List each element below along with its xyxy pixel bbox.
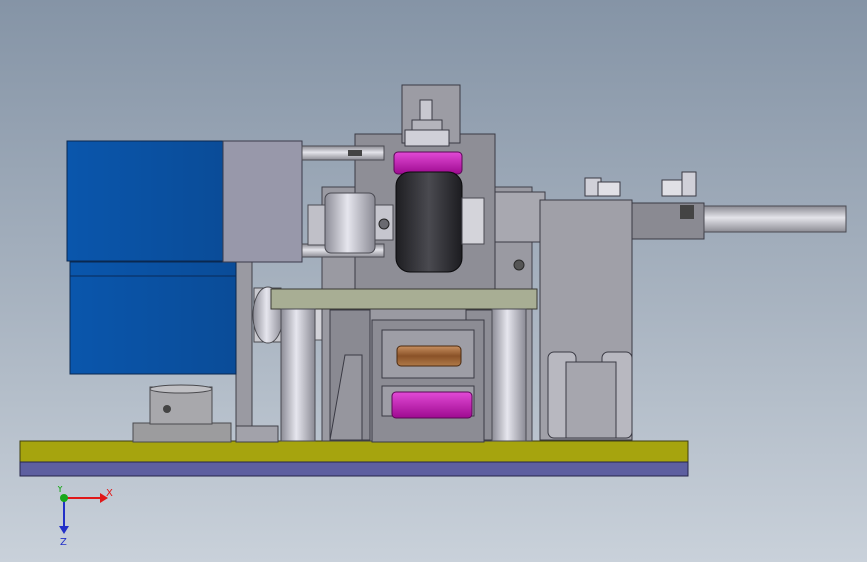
guide-shaft-upper[interactable]	[301, 145, 385, 161]
air-fitting-right[interactable]	[661, 171, 697, 197]
lower-roller-housing[interactable]	[371, 319, 485, 443]
right-frame[interactable]	[539, 199, 633, 441]
z-axis-label: Z	[60, 537, 67, 548]
assembly-drawing	[19, 84, 847, 477]
bushing-hole	[163, 405, 171, 413]
lower-magenta-roller[interactable]	[391, 391, 473, 419]
lower-copper-roller[interactable]	[396, 345, 462, 367]
upper-pressure-roller[interactable]	[393, 151, 463, 175]
mounting-plate[interactable]	[270, 288, 538, 310]
y-axis-label: Y	[56, 486, 64, 495]
z-arrowhead-icon	[59, 526, 69, 534]
coordinate-triad: X Y Z	[56, 486, 113, 548]
support-column-left[interactable]	[280, 308, 316, 442]
air-fitting-left[interactable]	[584, 177, 621, 197]
y-axis-dot	[60, 494, 68, 502]
support-column-right[interactable]	[491, 308, 527, 442]
x-axis-label: X	[106, 488, 113, 499]
base-bushing[interactable]	[132, 384, 232, 443]
base-plate[interactable]	[19, 440, 689, 477]
cad-viewport[interactable]: X Y Z	[0, 0, 867, 562]
